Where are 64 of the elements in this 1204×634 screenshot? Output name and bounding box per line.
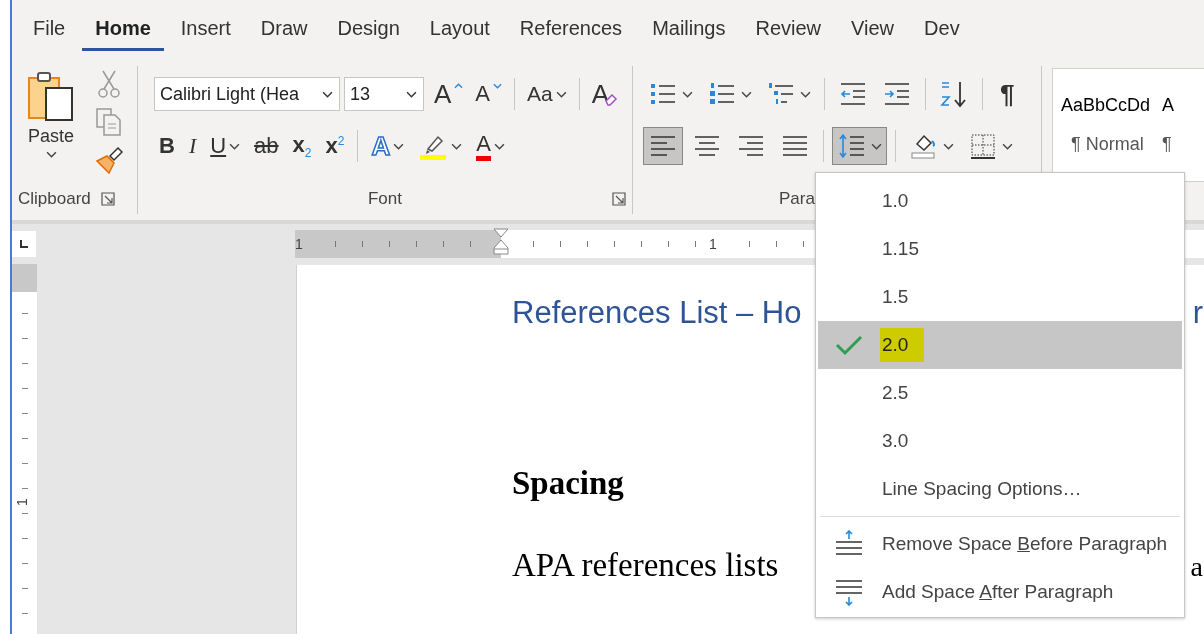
menu-item[interactable]: Line Spacing Options…	[818, 465, 1182, 513]
left-tab-icon	[19, 239, 29, 249]
ribbon-tab[interactable]: References	[506, 11, 636, 51]
caret-icon	[322, 90, 333, 98]
copy-icon	[95, 107, 123, 137]
line-spacing-icon	[837, 131, 867, 161]
paste-button[interactable]: Paste	[16, 68, 86, 184]
checkmark-icon	[835, 334, 863, 356]
align-left-button[interactable]	[643, 127, 683, 165]
down-caret-icon	[493, 83, 503, 89]
menu-item[interactable]: 1.15	[818, 225, 1182, 273]
menu-item[interactable]: 1.5	[818, 273, 1182, 321]
italic-button[interactable]: I	[183, 129, 202, 163]
group-label: Para	[779, 189, 815, 209]
ribbon-tab[interactable]: Mailings	[639, 11, 739, 51]
tab-selector[interactable]	[12, 231, 36, 257]
font-name-dropdown[interactable]: Calibri Light (Hea	[154, 77, 340, 111]
body-text: APA references lists	[512, 547, 779, 584]
underline-button[interactable]: U	[205, 129, 246, 163]
menu-item[interactable]: 2.5	[818, 369, 1182, 417]
sort-icon	[939, 79, 969, 109]
document-title: References List – Ho	[512, 295, 802, 331]
ribbon-tab[interactable]: Home	[82, 11, 164, 51]
line-spacing-button[interactable]	[832, 127, 887, 165]
ribbon-tab[interactable]: Design	[324, 11, 413, 51]
ribbon-tab[interactable]: Dev	[911, 11, 973, 51]
bold-button[interactable]: B	[154, 129, 180, 163]
font-color-button[interactable]: A	[471, 129, 510, 163]
vertical-ruler: 1	[12, 264, 37, 634]
space-after-icon	[835, 578, 863, 606]
font-size-dropdown[interactable]: 13	[344, 77, 424, 111]
group-label: Clipboard	[18, 189, 91, 209]
show-formatting-button[interactable]: ¶	[991, 75, 1024, 113]
ribbon-tab[interactable]: Draw	[247, 11, 321, 51]
strikethrough-button[interactable]: ab	[249, 129, 284, 163]
shrink-font-button[interactable]: A	[471, 77, 507, 111]
scissors-icon	[98, 69, 120, 99]
up-caret-icon	[454, 83, 464, 89]
group-label: Font	[368, 189, 402, 209]
change-case-button[interactable]: Aa	[523, 77, 571, 111]
dialog-launcher-icon[interactable]	[612, 192, 626, 206]
ribbon-tab[interactable]: View	[838, 11, 908, 51]
document-title-fragment: r	[1192, 295, 1204, 331]
ribbon-tab[interactable]: Review	[742, 11, 835, 51]
ribbon-tab[interactable]: Layout	[416, 11, 503, 51]
dialog-launcher-icon[interactable]	[100, 192, 115, 206]
caret-icon	[45, 151, 57, 158]
paintbrush-icon	[94, 146, 124, 174]
menu-item[interactable]: Remove Space Before Paragraph	[818, 520, 1182, 568]
superscript-button[interactable]: x$^{2}$	[320, 129, 350, 163]
menu-item[interactable]: 2.0	[818, 321, 1182, 369]
body-text-fragment: a	[1190, 551, 1204, 583]
grow-font-button[interactable]: A	[430, 77, 468, 111]
ribbon-tab[interactable]: File	[20, 11, 79, 51]
ribbon-tab[interactable]: Insert	[167, 11, 244, 51]
menu-item[interactable]: Add Space After Paragraph	[818, 568, 1182, 616]
clipboard-icon	[26, 70, 76, 122]
menu-item[interactable]: 3.0	[818, 417, 1182, 465]
menu-item[interactable]: 1.0	[818, 177, 1182, 225]
borders-icon	[968, 131, 998, 161]
space-before-icon	[835, 530, 863, 558]
subscript-button[interactable]: x$_{2}$	[287, 129, 317, 163]
section-heading: Spacing	[512, 465, 624, 502]
caret-icon	[406, 90, 417, 98]
